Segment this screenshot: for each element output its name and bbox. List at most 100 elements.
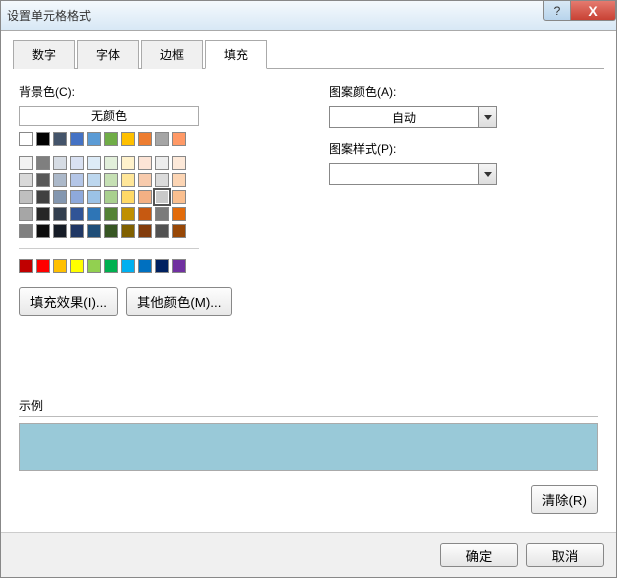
- pattern-color-label: 图案颜色(A):: [329, 83, 598, 100]
- color-swatch[interactable]: [121, 224, 135, 238]
- color-swatch[interactable]: [87, 259, 101, 273]
- pattern-style-combo[interactable]: [329, 163, 497, 185]
- color-swatch[interactable]: [121, 207, 135, 221]
- content-area: 数字 字体 边框 填充 背景色(C): 无颜色: [1, 31, 616, 532]
- color-swatch[interactable]: [87, 207, 101, 221]
- ok-button[interactable]: 确定: [440, 543, 518, 567]
- color-swatch[interactable]: [53, 224, 67, 238]
- color-swatch[interactable]: [70, 224, 84, 238]
- color-swatch[interactable]: [155, 224, 169, 238]
- color-swatch[interactable]: [87, 156, 101, 170]
- pattern-section: 图案颜色(A): 自动 图案样式(P):: [329, 83, 598, 316]
- color-swatch[interactable]: [36, 259, 50, 273]
- color-swatch[interactable]: [70, 173, 84, 187]
- color-swatch[interactable]: [121, 259, 135, 273]
- color-swatch[interactable]: [36, 132, 50, 146]
- tab-fill-body: 背景色(C): 无颜色 填充效果: [13, 69, 604, 520]
- color-swatch[interactable]: [104, 207, 118, 221]
- color-swatch[interactable]: [104, 132, 118, 146]
- color-swatch[interactable]: [121, 156, 135, 170]
- color-swatch[interactable]: [172, 259, 186, 273]
- close-button[interactable]: X: [570, 1, 616, 21]
- color-swatch[interactable]: [138, 259, 152, 273]
- color-swatch[interactable]: [172, 156, 186, 170]
- pattern-color-combo[interactable]: 自动: [329, 106, 497, 128]
- color-swatch[interactable]: [70, 132, 84, 146]
- tab-font[interactable]: 字体: [77, 40, 139, 69]
- color-swatch[interactable]: [87, 132, 101, 146]
- clear-button[interactable]: 清除(R): [531, 485, 598, 514]
- color-swatch[interactable]: [104, 156, 118, 170]
- palette-row: [19, 132, 279, 146]
- color-swatch[interactable]: [104, 224, 118, 238]
- color-swatch[interactable]: [19, 173, 33, 187]
- fill-effects-button[interactable]: 填充效果(I)...: [19, 287, 118, 316]
- color-swatch[interactable]: [36, 173, 50, 187]
- color-swatch[interactable]: [155, 259, 169, 273]
- color-swatch[interactable]: [104, 190, 118, 204]
- color-swatch[interactable]: [121, 190, 135, 204]
- palette-standard-row: [19, 259, 279, 273]
- no-color-button[interactable]: 无颜色: [19, 106, 199, 126]
- color-swatch[interactable]: [53, 259, 67, 273]
- color-swatch[interactable]: [53, 173, 67, 187]
- tab-fill[interactable]: 填充: [205, 40, 267, 69]
- dialog-window: 设置单元格格式 ? X 数字 字体 边框 填充 背景色(C): 无颜色: [0, 0, 617, 578]
- color-swatch[interactable]: [138, 207, 152, 221]
- color-swatch[interactable]: [19, 156, 33, 170]
- help-button[interactable]: ?: [543, 1, 571, 21]
- color-swatch[interactable]: [155, 173, 169, 187]
- color-swatch[interactable]: [36, 190, 50, 204]
- color-swatch[interactable]: [53, 190, 67, 204]
- color-swatch[interactable]: [155, 132, 169, 146]
- color-swatch[interactable]: [104, 173, 118, 187]
- color-swatch[interactable]: [36, 207, 50, 221]
- cancel-button[interactable]: 取消: [526, 543, 604, 567]
- color-swatch[interactable]: [70, 207, 84, 221]
- dialog-footer: 确定 取消: [1, 532, 616, 577]
- color-swatch[interactable]: [53, 156, 67, 170]
- palette-row: [19, 224, 279, 238]
- color-swatch[interactable]: [138, 190, 152, 204]
- color-swatch-nocolor[interactable]: [19, 132, 33, 146]
- color-swatch[interactable]: [138, 173, 152, 187]
- chevron-down-icon: [478, 107, 496, 127]
- color-swatch[interactable]: [19, 259, 33, 273]
- color-swatch[interactable]: [36, 156, 50, 170]
- color-swatch[interactable]: [138, 132, 152, 146]
- bgcolor-label: 背景色(C):: [19, 83, 279, 100]
- color-swatch[interactable]: [70, 156, 84, 170]
- color-swatch[interactable]: [19, 190, 33, 204]
- color-swatch[interactable]: [172, 173, 186, 187]
- color-swatch[interactable]: [172, 132, 186, 146]
- color-swatch[interactable]: [121, 173, 135, 187]
- color-swatch[interactable]: [104, 259, 118, 273]
- color-swatch[interactable]: [53, 207, 67, 221]
- color-swatch[interactable]: [70, 190, 84, 204]
- color-swatch[interactable]: [36, 224, 50, 238]
- color-swatch[interactable]: [87, 190, 101, 204]
- titlebar: 设置单元格格式 ? X: [1, 1, 616, 31]
- color-swatch[interactable]: [138, 224, 152, 238]
- color-swatch[interactable]: [121, 132, 135, 146]
- color-swatch[interactable]: [19, 224, 33, 238]
- clear-row: 清除(R): [19, 485, 598, 514]
- palette-row: [19, 190, 279, 204]
- tab-number[interactable]: 数字: [13, 40, 75, 69]
- color-swatch[interactable]: [87, 173, 101, 187]
- color-swatch[interactable]: [53, 132, 67, 146]
- color-swatch[interactable]: [172, 207, 186, 221]
- color-swatch[interactable]: [172, 190, 186, 204]
- sample-label: 示例: [19, 397, 598, 414]
- color-swatch[interactable]: [87, 224, 101, 238]
- color-swatch[interactable]: [138, 156, 152, 170]
- color-swatch[interactable]: [172, 224, 186, 238]
- color-swatch[interactable]: [19, 207, 33, 221]
- color-swatch[interactable]: [155, 207, 169, 221]
- window-title: 设置单元格格式: [7, 7, 91, 24]
- color-swatch[interactable]: [155, 156, 169, 170]
- tab-border[interactable]: 边框: [141, 40, 203, 69]
- more-colors-button[interactable]: 其他颜色(M)...: [126, 287, 232, 316]
- color-swatch[interactable]: [70, 259, 84, 273]
- color-swatch[interactable]: [155, 190, 169, 204]
